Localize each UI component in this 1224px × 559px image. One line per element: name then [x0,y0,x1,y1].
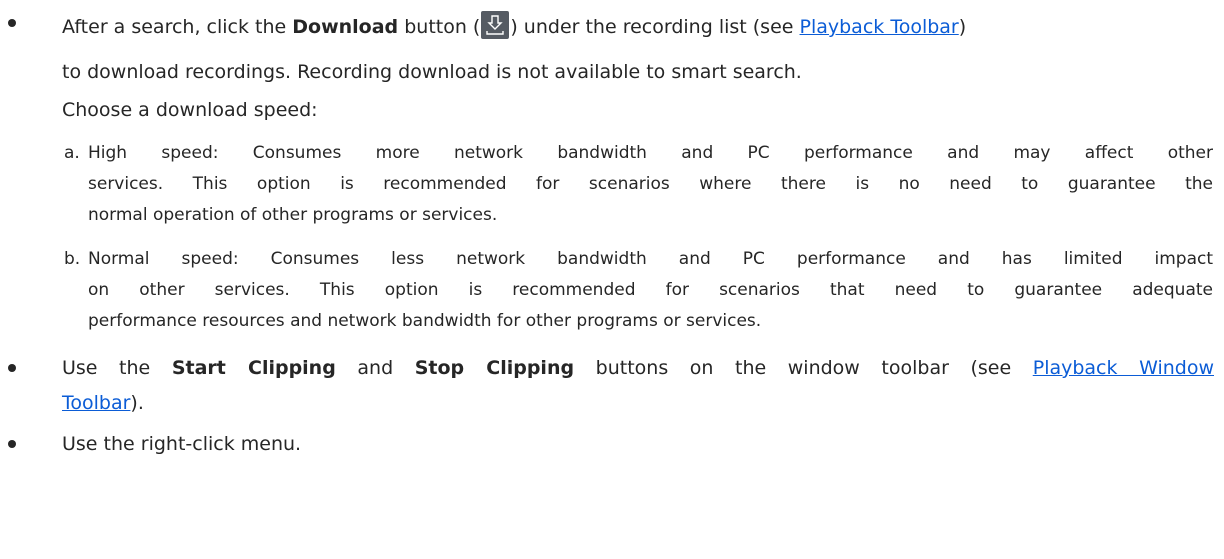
download-line-3: Choose a download speed: [62,99,318,121]
download-text-e: ) [958,16,967,38]
option-b-line-3: performance resources and network bandwi… [88,311,762,331]
download-line-1: After a search, click the Download butto… [62,11,966,39]
playback-toolbar-link[interactable]: Playback Toolbar [800,16,959,38]
start-clipping-label: Start Clipping [171,357,336,379]
bullet-download [8,19,16,27]
clipping-text-f: ). [130,392,144,414]
playback-window-toolbar-link[interactable]: Toolbar [62,392,130,414]
clipping-text-a: Use the [62,357,172,379]
download-text-c: button ( [398,16,481,38]
stop-clipping-label: Stop Clipping [414,357,575,379]
option-a-line-2: services. This option is recommended for… [88,174,1213,194]
option-b-line-2: on other services. This option is recomm… [88,280,1213,300]
download-icon [481,11,510,39]
option-b-line-1: Normal speed: Consumes less network band… [88,249,1213,269]
document-page: After a search, click the Download butto… [0,0,1224,559]
playback-window-link[interactable]: Playback Window [1033,357,1214,379]
bullet-menu [8,440,16,448]
bullet-clipping [8,364,16,372]
download-line-2: to download recordings. Recording downlo… [62,61,802,83]
clipping-text-e: buttons on the window toolbar (see [574,357,1033,379]
clipping-line-2: Toolbar). [62,391,144,415]
option-b-marker: b. [64,249,81,269]
download-bold-label: Download [292,16,399,38]
clipping-text-c: and [335,357,415,379]
download-text-d: ) under the recording list (see [510,16,800,38]
download-text-a: After a search, click the [62,16,293,38]
option-a-marker: a. [64,143,80,163]
option-a-line-3: normal operation of other programs or se… [88,205,498,225]
clipping-line-1: Use the Start Clipping and Stop Clipping… [62,356,1214,380]
menu-line: Use the right-click menu. [62,433,302,455]
option-a-line-1: High speed: Consumes more network bandwi… [88,143,1213,163]
